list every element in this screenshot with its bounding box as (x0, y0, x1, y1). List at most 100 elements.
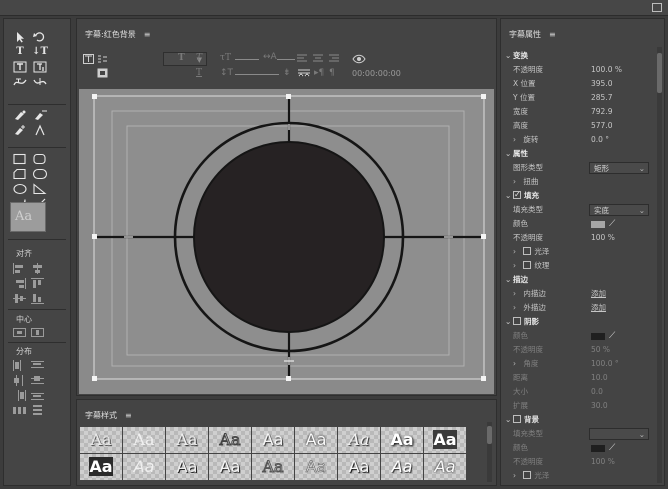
align-left-text-icon[interactable] (297, 54, 308, 66)
title-panel-tab[interactable]: 字幕:红色背景 ≡ (85, 29, 150, 40)
distribute-horizontal-center-icon[interactable] (13, 375, 27, 386)
title-canvas[interactable] (79, 89, 494, 394)
shadow-spread-value[interactable]: 30.0 (591, 400, 608, 412)
x-position-value[interactable]: 395.0 (591, 78, 612, 90)
panel-menu-icon[interactable]: ≡ (549, 30, 556, 39)
width-value[interactable]: 792.9 (591, 106, 612, 118)
vertical-area-type-tool-icon[interactable] (32, 61, 48, 73)
background-checkbox[interactable] (513, 415, 521, 423)
title-style-swatch[interactable]: Aa (123, 454, 165, 480)
vertical-path-type-tool-icon[interactable] (32, 76, 48, 88)
distribute-horizontal-space-icon[interactable] (13, 405, 27, 416)
add-outer-stroke-link[interactable]: 添加 (591, 302, 606, 314)
eyedropper-icon[interactable]: ⟋ (609, 442, 615, 454)
type-tool-icon[interactable]: T (12, 46, 28, 58)
center-horizontal-icon[interactable] (13, 327, 27, 338)
background-sheen-checkbox[interactable] (523, 471, 532, 479)
align-right-icon[interactable] (13, 278, 27, 289)
rotation-row[interactable]: › 旋转 0.0 ° (501, 134, 651, 146)
styles-panel-tab[interactable]: 字幕样式 ≡ (85, 410, 132, 421)
background-sheen-row[interactable]: › 光泽 (501, 470, 651, 482)
background-opacity-value[interactable]: 100 % (591, 456, 615, 468)
fill-section[interactable]: ⌄ 填充 (501, 189, 651, 202)
shadow-opacity-value[interactable]: 50 % (591, 344, 610, 356)
background-fill-type-select[interactable]: ⌄ (589, 428, 649, 440)
stroke-section[interactable]: ⌄ 描边 (501, 274, 651, 286)
distort-row[interactable]: › 扭曲 (501, 176, 651, 188)
show-video-icon[interactable] (352, 54, 366, 67)
texture-checkbox[interactable] (523, 261, 532, 269)
resize-handle[interactable] (92, 94, 97, 99)
rounded-rectangle-tool-icon[interactable] (32, 153, 48, 165)
resize-handle[interactable] (286, 376, 291, 381)
shadow-distance-value[interactable]: 10.0 (591, 372, 608, 384)
background-section[interactable]: ⌄ 背景 (501, 414, 651, 426)
title-style-swatch[interactable]: Aa (381, 454, 423, 480)
timecode[interactable]: 00:00:00:00 (352, 69, 401, 78)
title-style-swatch[interactable]: Aa (252, 427, 294, 453)
templates-icon[interactable] (97, 68, 108, 81)
resize-handle[interactable] (481, 376, 486, 381)
title-style-swatch[interactable]: Aa (123, 427, 165, 453)
align-vertical-center-icon[interactable] (13, 293, 27, 304)
area-type-tool-icon[interactable] (12, 61, 28, 73)
title-style-swatch[interactable]: Aa (209, 427, 251, 453)
title-style-swatch[interactable]: Aa (80, 454, 122, 480)
sheen-checkbox[interactable] (523, 247, 532, 255)
path-type-tool-icon[interactable] (12, 76, 28, 88)
shadow-checkbox[interactable] (513, 317, 521, 325)
restore-window-icon[interactable] (652, 3, 662, 12)
rotation-tool-icon[interactable] (32, 31, 48, 43)
convert-anchor-tool-icon[interactable] (32, 124, 48, 136)
font-size-field[interactable] (235, 59, 259, 60)
clipped-corner-tool-icon[interactable] (12, 168, 28, 180)
resize-handle[interactable] (481, 234, 486, 239)
title-style-swatch[interactable]: Aa (338, 454, 380, 480)
font-size-icon[interactable]: τT (220, 53, 231, 63)
roll-crawl-options-icon[interactable] (97, 54, 108, 67)
pen-tool-icon[interactable] (12, 109, 28, 121)
kerning-field[interactable] (277, 59, 295, 60)
underline-icon[interactable]: T (196, 68, 202, 78)
title-style-swatch[interactable]: Aa (295, 427, 337, 453)
distribute-top-icon[interactable] (31, 360, 45, 371)
resize-handle[interactable] (286, 94, 291, 99)
resize-handle[interactable] (92, 376, 97, 381)
texture-row[interactable]: › 纹理 (501, 260, 651, 272)
fill-type-select[interactable]: 实底 ⌄ (589, 204, 649, 216)
panel-menu-icon[interactable]: ≡ (125, 411, 132, 420)
align-bottom-icon[interactable] (31, 293, 45, 304)
align-top-icon[interactable] (31, 278, 45, 289)
leading-icon[interactable]: ↕T (220, 68, 233, 78)
title-style-swatch[interactable]: Aa (166, 427, 208, 453)
scrollbar-thumb[interactable] (487, 426, 492, 444)
distribute-vertical-space-icon[interactable] (31, 405, 45, 416)
properties-panel-tab[interactable]: 字幕属性 ≡ (509, 29, 556, 40)
styles-scrollbar[interactable] (487, 422, 492, 482)
rectangle-tool-icon[interactable] (12, 153, 28, 165)
properties-scrollbar[interactable] (657, 47, 662, 483)
rounded-corner-tool-icon[interactable] (32, 168, 48, 180)
title-style-swatch[interactable]: Aa (80, 427, 122, 453)
distribute-left-icon[interactable] (13, 360, 27, 371)
title-style-swatch[interactable]: Aa (338, 427, 380, 453)
height-value[interactable]: 577.0 (591, 120, 612, 132)
opacity-value[interactable]: 100.0 % (591, 64, 622, 76)
panel-menu-icon[interactable]: ≡ (144, 30, 151, 39)
selection-tool-icon[interactable] (12, 31, 28, 43)
align-center-text-icon[interactable] (313, 54, 324, 66)
align-left-icon[interactable] (13, 263, 27, 274)
wedge-tool-icon[interactable] (32, 183, 48, 195)
background-color-swatch[interactable] (591, 445, 605, 452)
y-position-value[interactable]: 285.7 (591, 92, 612, 104)
italic-icon[interactable]: T (196, 53, 202, 63)
center-vertical-icon[interactable] (31, 327, 45, 338)
transform-section[interactable]: ⌄ 变换 (501, 50, 651, 62)
add-anchor-tool-icon[interactable] (12, 124, 28, 136)
title-style-swatch[interactable]: Aa (424, 454, 466, 480)
distribute-vertical-center-icon[interactable] (31, 375, 45, 386)
show-background-video-icon[interactable]: ▸¶ (314, 68, 324, 78)
delete-anchor-tool-icon[interactable] (32, 109, 48, 121)
tab-stops-icon[interactable] (297, 68, 311, 81)
leading-reset-icon[interactable]: ⇟ (283, 68, 291, 78)
